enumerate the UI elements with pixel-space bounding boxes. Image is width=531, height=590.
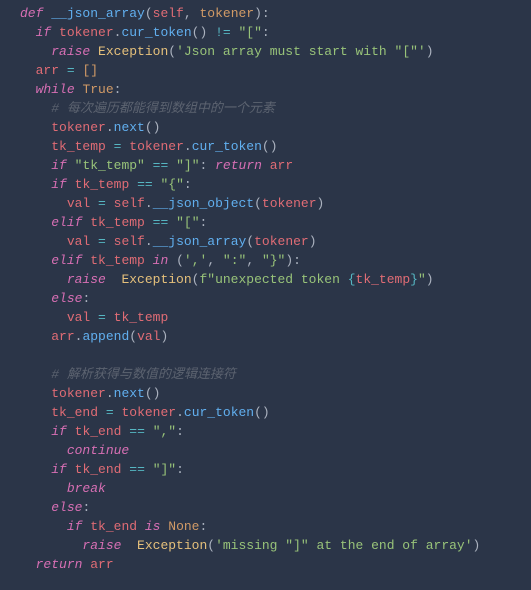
code-line: tk_temp = tokener.cur_token() xyxy=(20,137,531,156)
code-line: # 解析获得与数值的逻辑连接符 xyxy=(20,365,531,384)
code-line: return arr xyxy=(20,555,531,574)
code-line: if tokener.cur_token() != "[": xyxy=(20,23,531,42)
code-line: val = self.__json_object(tokener) xyxy=(20,194,531,213)
code-line: continue xyxy=(20,441,531,460)
code-line: raise Exception(f"unexpected token {tk_t… xyxy=(20,270,531,289)
code-line: if tk_end == "]": xyxy=(20,460,531,479)
code-line: elif tk_temp == "[": xyxy=(20,213,531,232)
code-line: while True: xyxy=(20,80,531,99)
code-line: if tk_end == ",": xyxy=(20,422,531,441)
code-line: else: xyxy=(20,289,531,308)
code-line: tk_end = tokener.cur_token() xyxy=(20,403,531,422)
code-line: def __json_array(self, tokener): xyxy=(20,4,531,23)
code-line: tokener.next() xyxy=(20,118,531,137)
code-editor[interactable]: def __json_array(self, tokener): if toke… xyxy=(0,4,531,574)
code-line xyxy=(20,346,531,365)
code-line: break xyxy=(20,479,531,498)
code-line: arr = [] xyxy=(20,61,531,80)
code-line: raise Exception('missing "]" at the end … xyxy=(20,536,531,555)
code-line: if tk_end is None: xyxy=(20,517,531,536)
code-line: tokener.next() xyxy=(20,384,531,403)
code-line: elif tk_temp in (',', ":", "}"): xyxy=(20,251,531,270)
code-line: arr.append(val) xyxy=(20,327,531,346)
code-line: val = self.__json_array(tokener) xyxy=(20,232,531,251)
code-line: if "tk_temp" == "]": return arr xyxy=(20,156,531,175)
code-line: val = tk_temp xyxy=(20,308,531,327)
code-line: # 每次遍历都能得到数组中的一个元素 xyxy=(20,99,531,118)
code-line: raise Exception('Json array must start w… xyxy=(20,42,531,61)
code-line: else: xyxy=(20,498,531,517)
code-line: if tk_temp == "{": xyxy=(20,175,531,194)
